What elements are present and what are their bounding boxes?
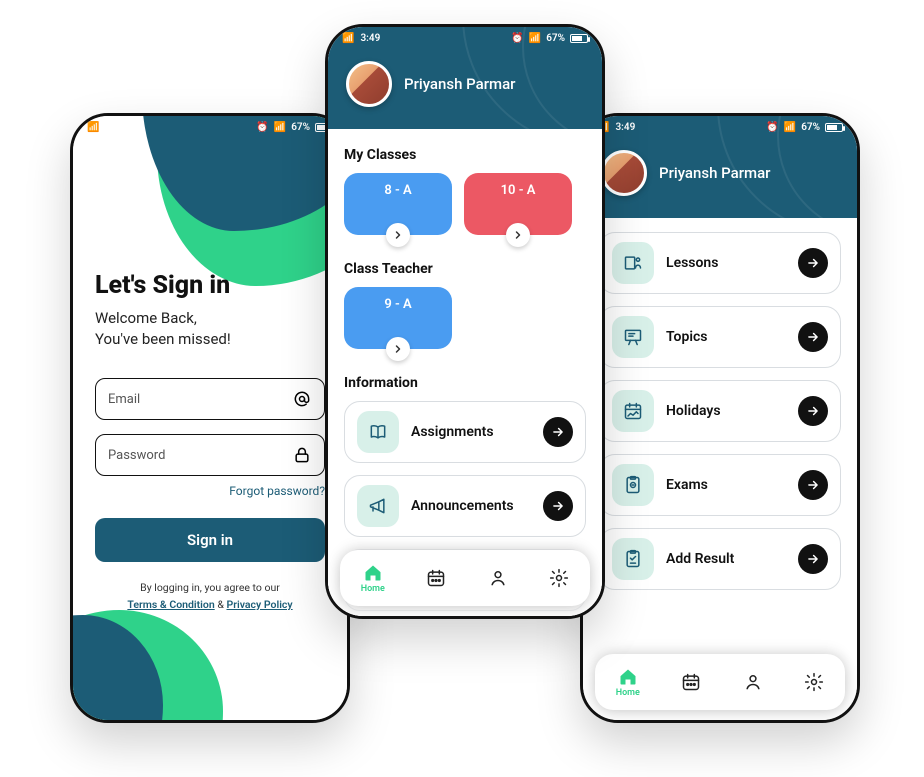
lock-icon [292, 445, 312, 465]
nav-profile[interactable] [743, 672, 763, 692]
agree-amp: & [217, 598, 224, 611]
signal-icon: 📶 [87, 122, 99, 133]
nav-home-label: Home [361, 584, 385, 594]
chevron-right-icon [506, 223, 530, 247]
home-icon [618, 667, 638, 687]
list-item-label: Holidays [666, 403, 786, 419]
list-item[interactable]: Exams [599, 454, 841, 516]
avatar[interactable] [601, 150, 647, 196]
status-battery-pct: 67% [291, 122, 310, 133]
phone-home: 📶3:49 ⏰ 📶 67% Priyansh Parmar My Classes… [325, 24, 605, 619]
nav-profile[interactable] [488, 568, 508, 588]
login-subtitle: Welcome Back, You've been missed! [95, 308, 325, 350]
list-item[interactable]: Add Result [599, 528, 841, 590]
class-chip-label: 10 - A [501, 183, 536, 198]
lesson-icon [612, 242, 654, 284]
login-subtitle-line: Welcome Back, [95, 309, 197, 327]
password-field[interactable]: Password [95, 434, 325, 476]
status-time: 3:49 [360, 33, 380, 44]
privacy-link[interactable]: Privacy Policy [226, 598, 292, 611]
list-item-label: Lessons [666, 255, 786, 271]
login-subtitle-line: You've been missed! [95, 330, 231, 348]
board-icon [612, 316, 654, 358]
list-item[interactable]: Announcements [344, 475, 586, 537]
signal-icon: 📶 [342, 33, 354, 44]
list-item[interactable]: Holidays [599, 380, 841, 442]
bottom-nav: Home [340, 550, 590, 606]
list-item[interactable]: Topics [599, 306, 841, 368]
status-time: 3:49 [105, 122, 125, 133]
arrow-right-icon [798, 248, 828, 278]
megaphone-icon [357, 485, 399, 527]
agree-text: By logging in, you agree to our Terms & … [95, 580, 325, 614]
arrow-right-icon [798, 544, 828, 574]
arrow-right-icon [798, 470, 828, 500]
email-field[interactable]: Email [95, 378, 325, 420]
email-placeholder: Email [108, 392, 140, 407]
section-class-teacher: Class Teacher [344, 261, 586, 277]
list-item-label: Assignments [411, 424, 531, 440]
person-icon [743, 672, 763, 692]
wifi-icon: 📶 [274, 122, 286, 133]
gear-icon [549, 568, 569, 588]
result-icon [612, 538, 654, 580]
nav-calendar[interactable] [426, 568, 446, 588]
class-chip-label: 8 - A [384, 183, 411, 198]
at-icon [292, 389, 312, 409]
dashboard-header: 📶3:49 ⏰ 📶 67% Priyansh Parmar [583, 116, 857, 218]
list-item-label: Exams [666, 477, 786, 493]
nav-home[interactable]: Home [616, 667, 640, 698]
phone-login: 📶 3:49 ⏰ 📶 67% Let's Sign in Welcome Back… [70, 113, 350, 723]
battery-icon [825, 123, 843, 132]
terms-link[interactable]: Terms & Condition [127, 598, 214, 611]
arrow-right-icon [543, 417, 573, 447]
class-chip-label: 9 - A [384, 297, 411, 312]
section-information: Information [344, 375, 586, 391]
nav-settings[interactable] [804, 672, 824, 692]
nav-settings[interactable] [549, 568, 569, 588]
exam-icon [612, 464, 654, 506]
status-bar: 📶 3:49 ⏰ 📶 67% [73, 116, 347, 138]
chevron-right-icon [386, 337, 410, 361]
login-title: Let's Sign in [95, 271, 325, 300]
nav-home[interactable]: Home [361, 563, 385, 594]
arrow-right-icon [798, 322, 828, 352]
class-chip[interactable]: 8 - A [344, 173, 452, 235]
list-item-label: Topics [666, 329, 786, 345]
arrow-right-icon [798, 396, 828, 426]
list-item-label: Announcements [411, 498, 531, 514]
chevron-right-icon [386, 223, 410, 247]
password-placeholder: Password [108, 448, 165, 463]
phone-menu: 📶3:49 ⏰ 📶 67% Priyansh Parmar Lessons [580, 113, 860, 723]
section-my-classes: My Classes [344, 147, 586, 163]
nav-home-label: Home [616, 688, 640, 698]
avatar[interactable] [346, 61, 392, 107]
status-time: 3:49 [615, 122, 635, 133]
nav-calendar[interactable] [681, 672, 701, 692]
alarm-icon: ⏰ [256, 122, 268, 133]
arrow-right-icon [543, 491, 573, 521]
forgot-password-link[interactable]: Forgot password? [95, 484, 325, 498]
calendar-img-icon [612, 390, 654, 432]
gear-icon [804, 672, 824, 692]
calendar-icon [426, 568, 446, 588]
home-icon [363, 563, 383, 583]
agree-pre: By logging in, you agree to our [140, 581, 280, 594]
class-chip[interactable]: 10 - A [464, 173, 572, 235]
list-item-label: Add Result [666, 551, 786, 567]
sign-in-button[interactable]: Sign in [95, 518, 325, 562]
bottom-nav: Home [595, 654, 845, 710]
dashboard-header: 📶3:49 ⏰ 📶 67% Priyansh Parmar [328, 27, 602, 129]
list-item[interactable]: Lessons [599, 232, 841, 294]
class-chip[interactable]: 9 - A [344, 287, 452, 349]
battery-icon [570, 34, 588, 43]
calendar-icon [681, 672, 701, 692]
person-icon [488, 568, 508, 588]
list-item[interactable]: Assignments [344, 401, 586, 463]
book-icon [357, 411, 399, 453]
